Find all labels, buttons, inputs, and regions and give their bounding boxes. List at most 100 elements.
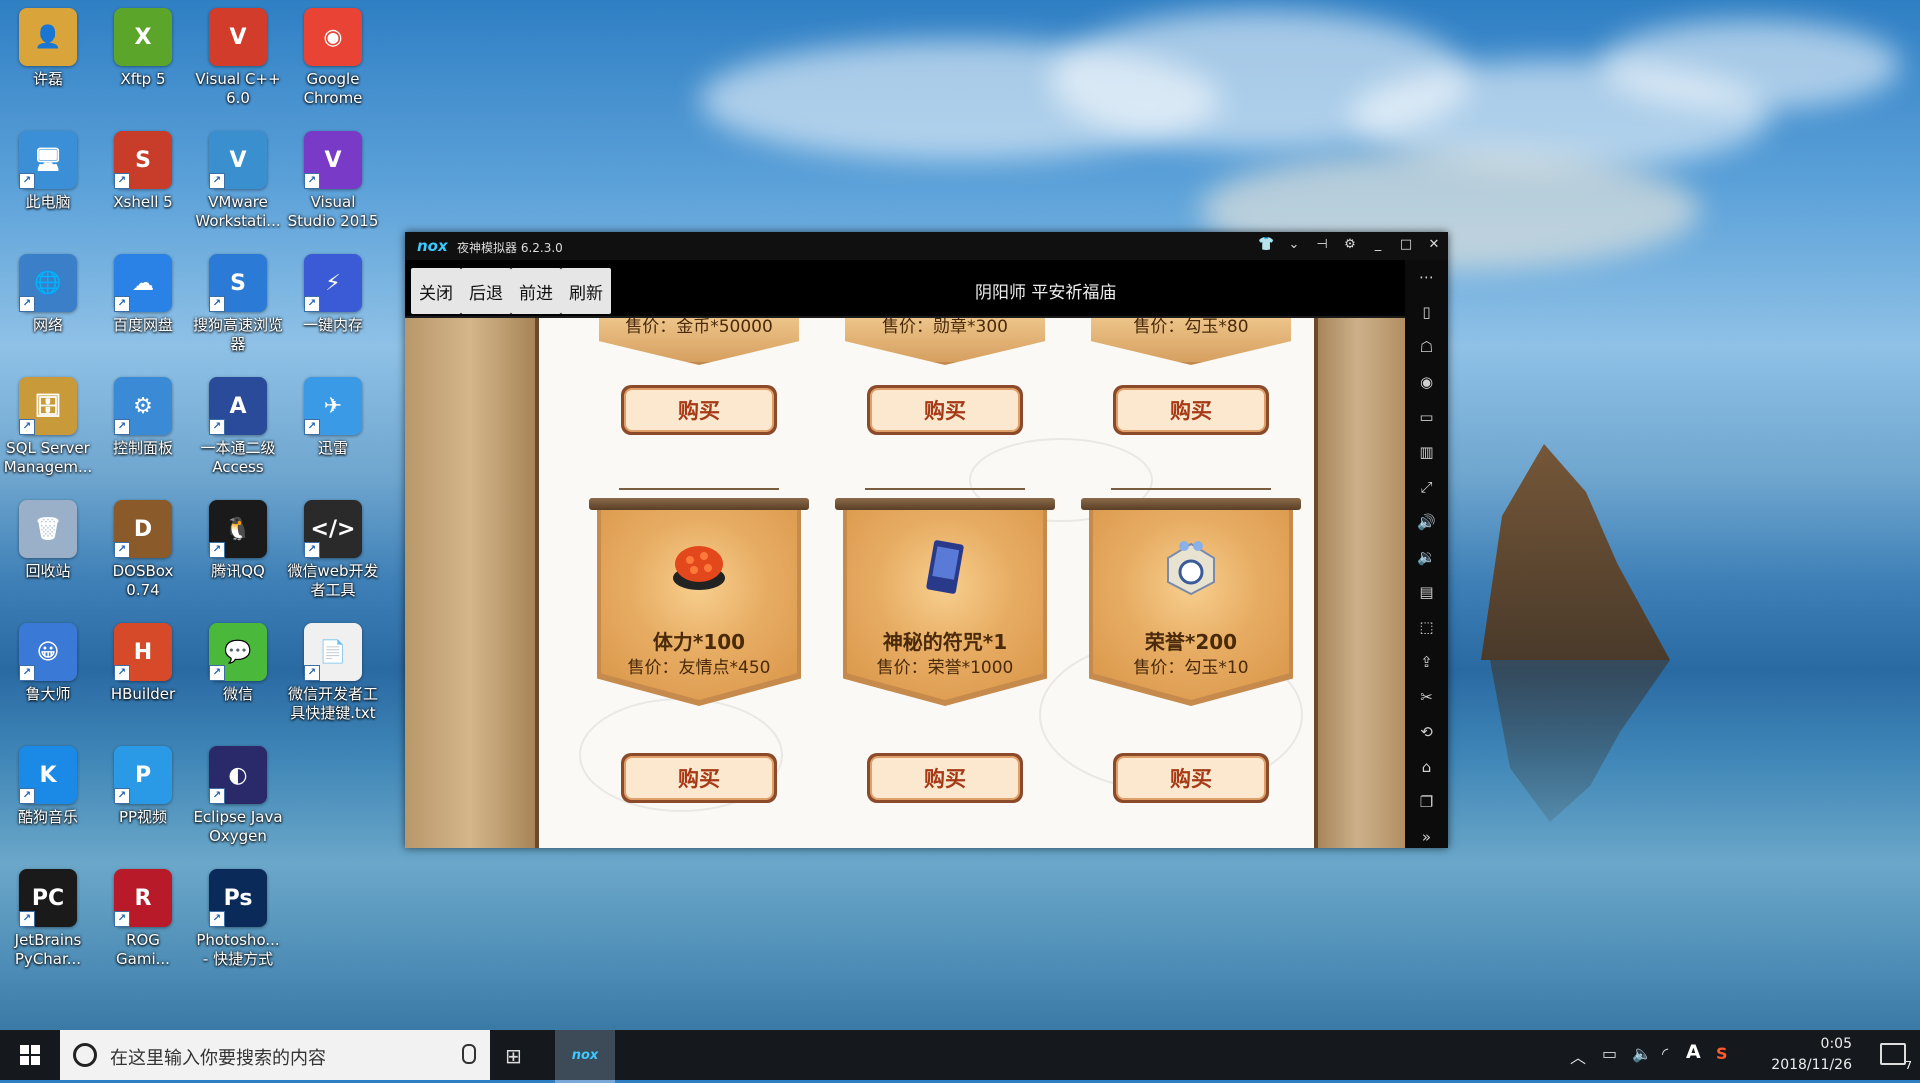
- desktop-icon[interactable]: 🖥 ↗ 此电脑: [2, 125, 94, 212]
- keyboard-icon[interactable]: ▭: [1405, 400, 1448, 435]
- desktop-icon[interactable]: V ↗ Visual Studio 2015: [287, 125, 379, 231]
- desktop-icon[interactable]: 💬 ↗ 微信: [192, 617, 284, 704]
- app-icon: S ↗: [209, 254, 267, 312]
- desktop-icon[interactable]: 🗄 ↗ SQL Server Managem...: [2, 371, 94, 477]
- desktop-icon[interactable]: ◉ Google Chrome: [287, 2, 379, 108]
- start-button[interactable]: [0, 1030, 60, 1080]
- desktop-icon[interactable]: 😀 ↗ 鲁大师: [2, 617, 94, 704]
- desktop-icon[interactable]: ◐ ↗ Eclipse Java Oxygen: [192, 740, 284, 846]
- item-price: 售价：荣誉*1000: [876, 658, 1014, 678]
- buy-button[interactable]: 购买: [621, 385, 777, 435]
- desktop-icon[interactable]: ⚡ ↗ 一键内存: [287, 248, 379, 335]
- desktop-icon[interactable]: PC ↗ JetBrains PyChar...: [2, 863, 94, 969]
- forward-button[interactable]: 前进: [511, 268, 561, 314]
- shortcut-arrow-icon: ↗: [114, 788, 130, 804]
- recent-apps-icon[interactable]: ❐: [1405, 785, 1448, 820]
- desktop-icon-label: 搜狗高速浏览器: [192, 316, 283, 353]
- desktop-icon[interactable]: 👤 许磊: [2, 2, 94, 89]
- location-icon[interactable]: ◉: [1405, 365, 1448, 400]
- desktop-icon-label: Google Chrome: [303, 70, 363, 107]
- desktop-icon[interactable]: ⚙ ↗ 控制面板: [97, 371, 189, 458]
- desktop-icon[interactable]: 🐧 ↗ 腾讯QQ: [192, 494, 284, 581]
- screenshot-icon[interactable]: ⬚: [1405, 610, 1448, 645]
- more-icon[interactable]: ⋯: [1405, 260, 1448, 295]
- volume-down-icon[interactable]: 🔉: [1405, 540, 1448, 575]
- wifi-icon[interactable]: ◜: [1662, 1044, 1668, 1063]
- desktop-icon[interactable]: 📄 ↗ 微信开发者工具快捷键.txt: [287, 617, 379, 723]
- desktop-icon[interactable]: S ↗ 搜狗高速浏览器: [192, 248, 284, 354]
- shortcut-arrow-icon: ↗: [114, 911, 130, 927]
- home-icon[interactable]: ⌂: [1405, 750, 1448, 785]
- close-button[interactable]: 关闭: [411, 268, 461, 314]
- expand-icon[interactable]: »: [1405, 820, 1448, 855]
- robot-icon[interactable]: ☖: [1405, 330, 1448, 365]
- desktop-icon[interactable]: D ↗ DOSBox 0.74: [97, 494, 189, 600]
- fullscreen-icon[interactable]: ⤢: [1405, 470, 1448, 505]
- shop-paper: 售价：金币*50000 售价：勋章*300 售价：勾玉*80 购买 购买 购买 …: [535, 318, 1318, 848]
- desktop-icon-label: 一本通二级Access: [200, 439, 276, 476]
- ime-indicator[interactable]: A: [1686, 1041, 1701, 1063]
- close-icon[interactable]: ✕: [1426, 236, 1442, 254]
- shop-item-mystery-amulet[interactable]: 神秘的符咒*1 售价：荣誉*1000: [835, 488, 1055, 718]
- buy-button[interactable]: 购买: [1113, 753, 1269, 803]
- app-icon: P ↗: [114, 746, 172, 804]
- buy-button[interactable]: 购买: [867, 385, 1023, 435]
- shortcut-arrow-icon: ↗: [19, 911, 35, 927]
- taskbar-search[interactable]: 在这里输入你要搜索的内容: [60, 1030, 490, 1080]
- nox-logo: nox: [417, 237, 448, 255]
- buy-button[interactable]: 购买: [621, 753, 777, 803]
- desktop-icon[interactable]: V Visual C++ 6.0: [192, 2, 284, 108]
- desktop-icon[interactable]: X Xftp 5: [97, 2, 189, 89]
- app-icon: ⚡ ↗: [304, 254, 362, 312]
- refresh-button[interactable]: 刷新: [561, 268, 611, 314]
- shortcut-arrow-icon: ↗: [19, 788, 35, 804]
- desktop-icon[interactable]: 🗑 回收站: [2, 494, 94, 581]
- desktop-icon[interactable]: P ↗ PP视频: [97, 740, 189, 827]
- rotate-icon[interactable]: ⟲: [1405, 715, 1448, 750]
- desktop-icon[interactable]: </> ↗ 微信web开发者工具: [287, 494, 379, 600]
- task-view-icon[interactable]: ⊞: [505, 1044, 522, 1068]
- shortcut-arrow-icon: ↗: [19, 173, 35, 189]
- chevron-down-icon[interactable]: ⌄: [1286, 236, 1302, 254]
- minimize-icon[interactable]: _: [1370, 236, 1386, 254]
- volume-icon[interactable]: 🔈: [1632, 1044, 1652, 1063]
- apk-icon[interactable]: ▤: [1405, 575, 1448, 610]
- desktop-icon[interactable]: Ps ↗ Photosho... - 快捷方式: [192, 863, 284, 969]
- back-button[interactable]: 后退: [461, 268, 511, 314]
- app-icon: X: [114, 8, 172, 66]
- desktop-icon[interactable]: A ↗ 一本通二级Access: [192, 371, 284, 477]
- shake-icon[interactable]: ▯: [1405, 295, 1448, 330]
- pin-icon[interactable]: ⊣: [1314, 236, 1330, 254]
- battery-icon[interactable]: ▭: [1602, 1044, 1617, 1063]
- buy-button[interactable]: 购买: [867, 753, 1023, 803]
- microphone-icon[interactable]: [462, 1044, 476, 1064]
- volume-up-icon[interactable]: 🔊: [1405, 505, 1448, 540]
- desktop-icon[interactable]: S ↗ Xshell 5: [97, 125, 189, 212]
- shop-item-honor[interactable]: 荣誉*200 售价：勾玉*10: [1081, 488, 1301, 718]
- taskbar-clock[interactable]: 0:05 2018/11/26: [1771, 1034, 1852, 1076]
- sogou-input-icon[interactable]: S: [1716, 1044, 1728, 1063]
- desktop-icon[interactable]: ✈ ↗ 迅雷: [287, 371, 379, 458]
- buy-button[interactable]: 购买: [1113, 385, 1269, 435]
- desktop-icon[interactable]: H ↗ HBuilder: [97, 617, 189, 704]
- shop-item-stamina[interactable]: 体力*100 售价：友情点*450: [589, 488, 809, 718]
- skin-icon[interactable]: 👕: [1258, 236, 1274, 254]
- window-titlebar[interactable]: nox 夜神模拟器 6.2.3.0 👕 ⌄ ⊣ ⚙ _ □ ✕: [405, 232, 1448, 260]
- desktop-icon[interactable]: 🌐 ↗ 网络: [2, 248, 94, 335]
- desktop-icon[interactable]: K ↗ 酷狗音乐: [2, 740, 94, 827]
- app-icon: 🐧 ↗: [209, 500, 267, 558]
- desktop-icon[interactable]: ☁ ↗ 百度网盘: [97, 248, 189, 335]
- notification-center-icon[interactable]: 7: [1880, 1043, 1912, 1072]
- phone-icon[interactable]: ▥: [1405, 435, 1448, 470]
- desktop-icon-label: 网络: [32, 316, 63, 334]
- desktop-icon[interactable]: V ↗ VMware Workstati...: [192, 125, 284, 231]
- settings-gear-icon[interactable]: ⚙: [1342, 236, 1358, 254]
- desktop-icon[interactable]: R ↗ ROG Gami...: [97, 863, 189, 969]
- shop-banner-top-1: 售价：金币*50000: [599, 318, 799, 365]
- maximize-icon[interactable]: □: [1398, 236, 1414, 254]
- scissors-icon[interactable]: ✂: [1405, 680, 1448, 715]
- chevron-up-icon[interactable]: ︿: [1570, 1044, 1586, 1068]
- upload-icon[interactable]: ⇪: [1405, 645, 1448, 680]
- nox-taskbar-app[interactable]: nox: [555, 1030, 615, 1083]
- sushi-icon: [668, 536, 730, 598]
